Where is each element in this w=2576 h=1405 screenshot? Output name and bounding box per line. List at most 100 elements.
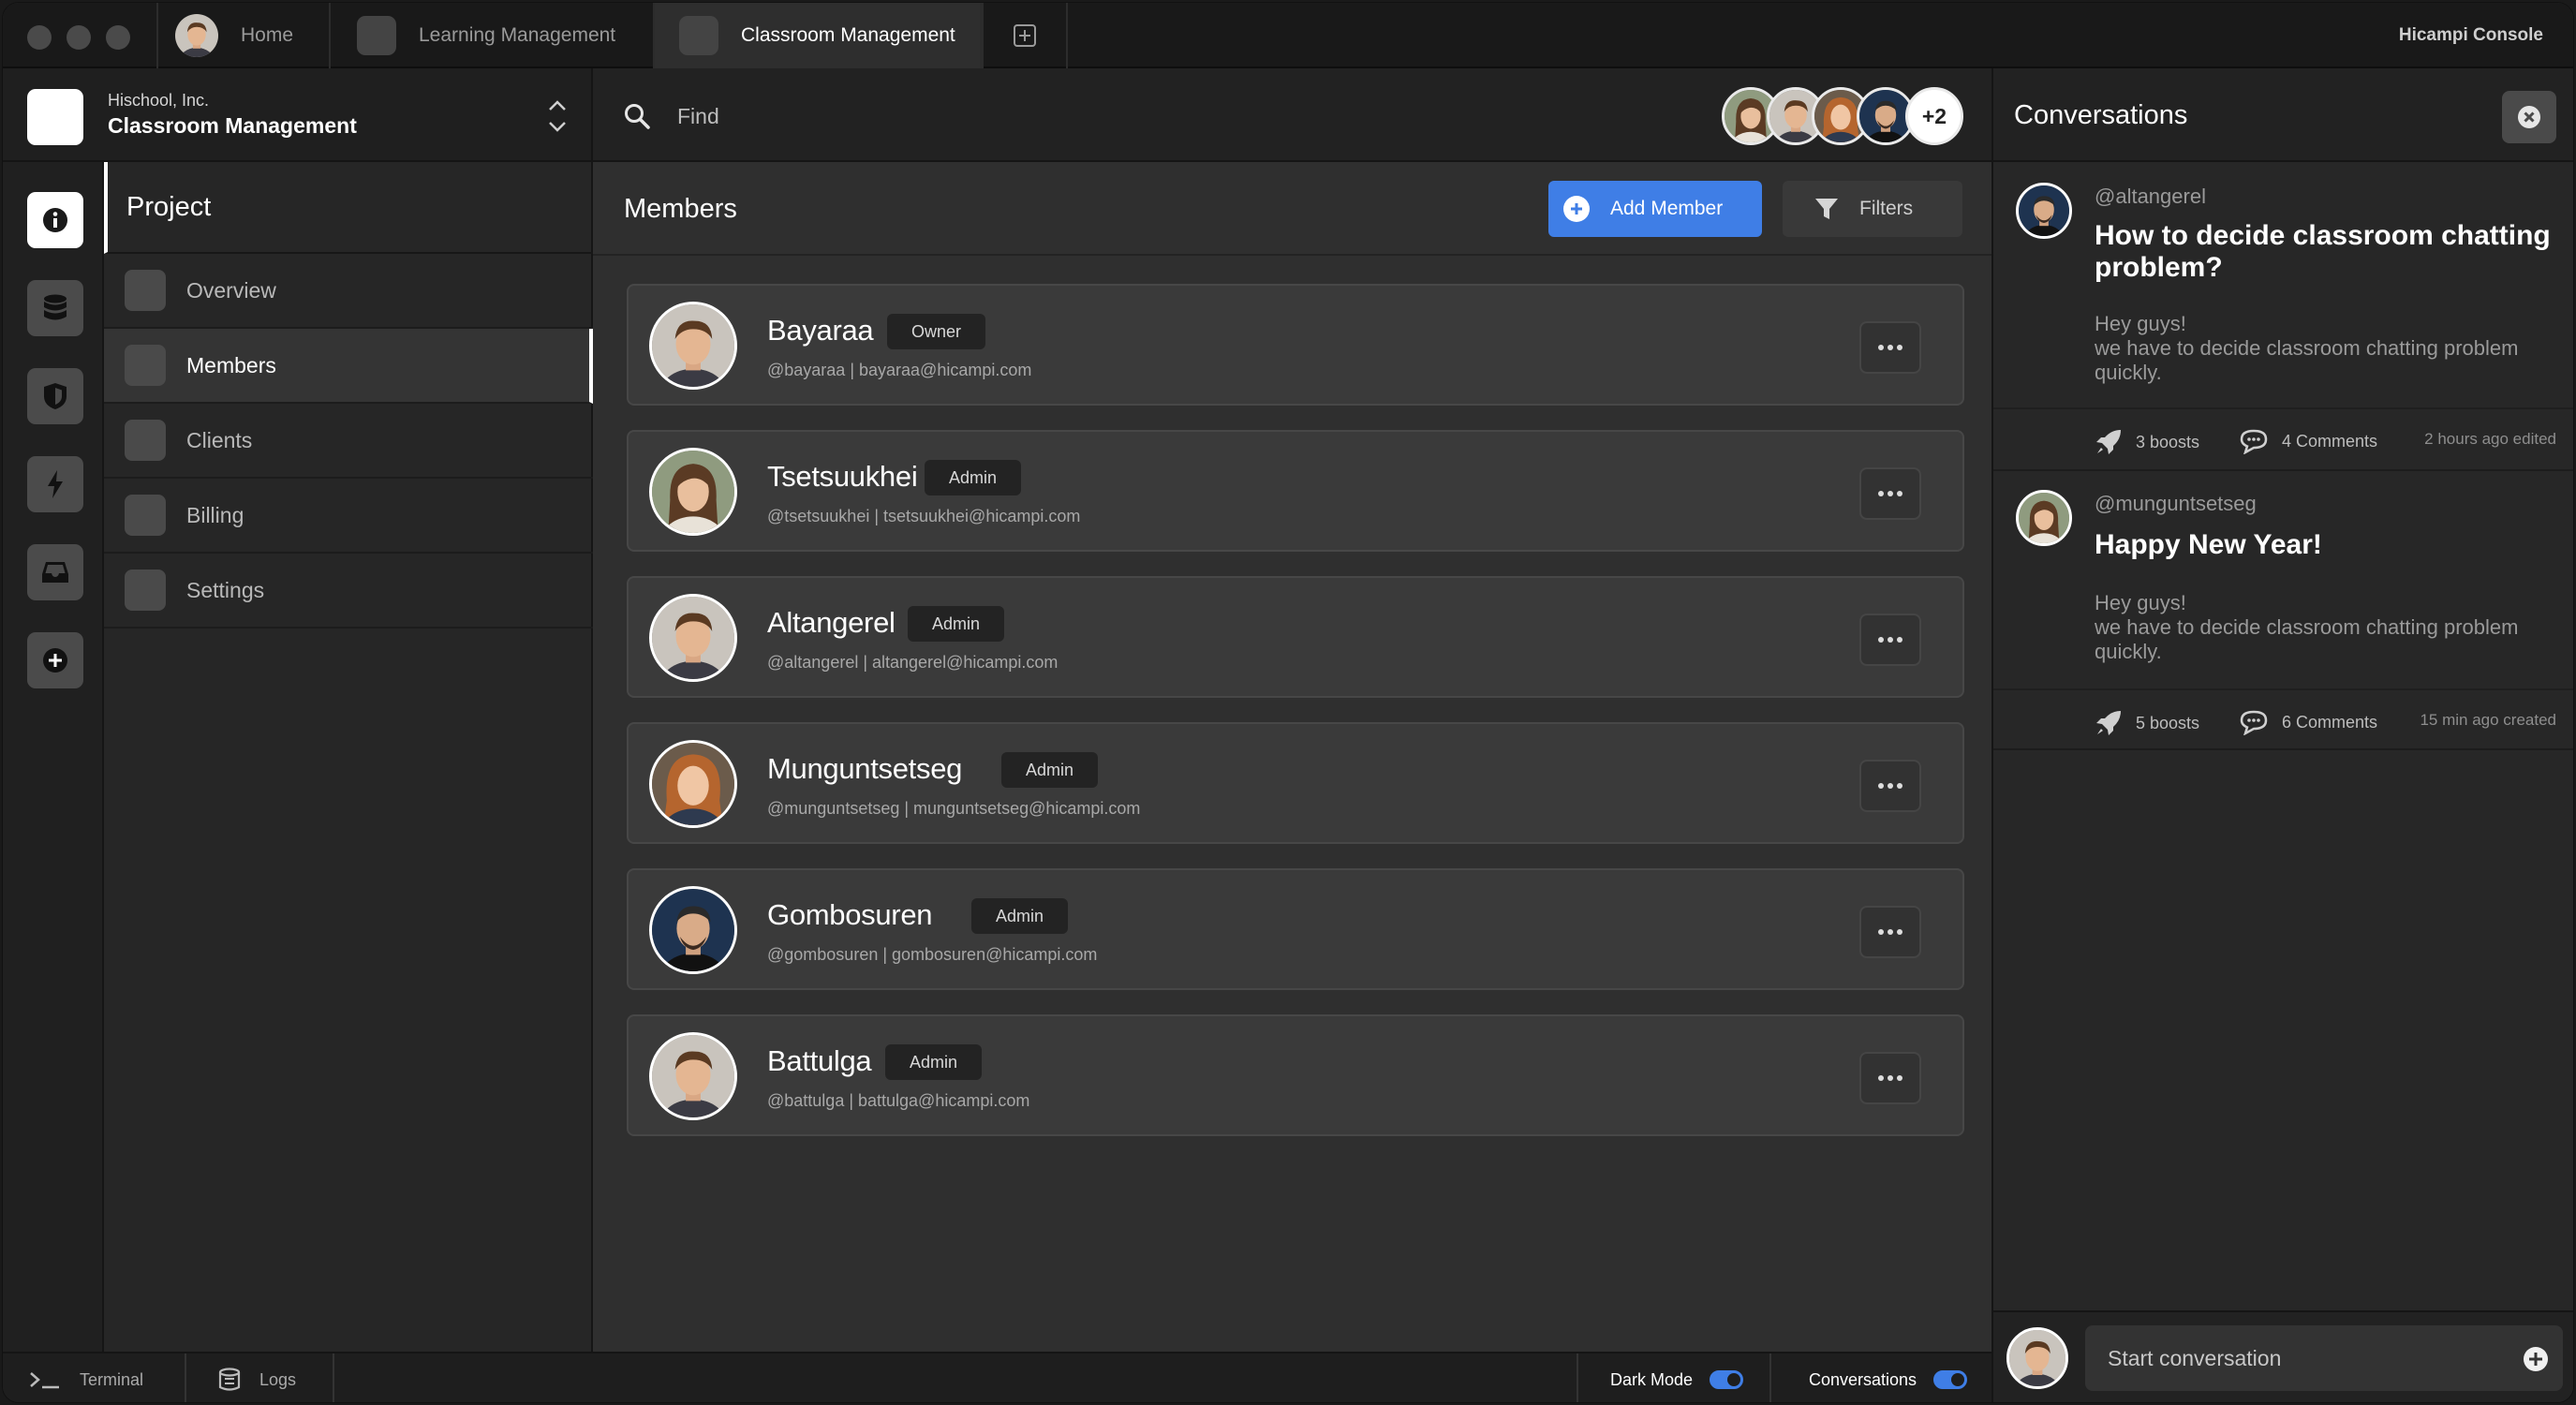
member-card[interactable]: Altangerel Admin @altangerel | altangere…	[627, 576, 1964, 698]
shield-icon	[44, 383, 67, 409]
org-company: Hischool, Inc.	[108, 91, 210, 110]
chevron-updown-icon[interactable]	[546, 96, 569, 136]
rocket-icon	[2096, 430, 2121, 454]
plus-square-icon	[1014, 24, 1036, 47]
member-name: Bayaraa	[767, 314, 874, 347]
avatar	[649, 886, 737, 974]
comments-button[interactable]: 6 Comments	[2239, 709, 2377, 735]
post-body-text: we have to decide classroom chatting pro…	[2095, 615, 2519, 663]
member-card[interactable]: Munguntsetseg Admin @munguntsetseg | mun…	[627, 722, 1964, 844]
member-actions-button[interactable]	[1859, 760, 1921, 812]
status-bar: Terminal Logs Dark Mode Conversations	[3, 1352, 1991, 1402]
nav-item-billing[interactable]: Billing	[104, 479, 593, 554]
member-card[interactable]: Tsetsuukhei Admin @tsetsuukhei | tsetsuu…	[627, 430, 1964, 552]
tab-label: Classroom Management	[741, 24, 955, 46]
nav-item-overview[interactable]: Overview	[104, 254, 593, 329]
nav-item-clients[interactable]: Clients	[104, 404, 593, 479]
nav-item-members[interactable]: Members	[104, 329, 593, 404]
page-title: Members	[624, 194, 737, 224]
close-conversations-button[interactable]	[2502, 91, 2556, 143]
nav-item-icon	[125, 569, 166, 611]
tab-learning-management[interactable]: Learning Management	[329, 3, 653, 68]
member-actions-button[interactable]	[1859, 321, 1921, 374]
dark-mode-switch[interactable]	[1710, 1370, 1744, 1389]
more-horizontal-icon	[1878, 637, 1902, 643]
lightning-icon	[48, 470, 63, 498]
member-name: Munguntsetseg	[767, 752, 963, 785]
plus-circle-icon	[1563, 196, 1590, 222]
start-conversation-input[interactable]	[2085, 1325, 2563, 1391]
filters-button[interactable]: Filters	[1783, 181, 1962, 237]
rail-database-button[interactable]	[27, 280, 83, 336]
boosts-button[interactable]: 5 boosts	[2095, 709, 2199, 737]
conversations-switch[interactable]	[1933, 1370, 1968, 1389]
conversation-post[interactable]: @munguntsetseg Happy New Year! Hey guys!…	[1993, 471, 2573, 750]
conversations-toggle[interactable]: Conversations	[1769, 1353, 1991, 1402]
post-title: Happy New Year!	[2095, 529, 2322, 560]
avatar	[2016, 490, 2072, 546]
more-horizontal-icon	[1878, 783, 1902, 789]
member-name: Altangerel	[767, 606, 896, 639]
nav-item-settings[interactable]: Settings	[104, 554, 593, 629]
add-circle-icon[interactable]	[2523, 1346, 2549, 1372]
member-card[interactable]: Bayaraa Owner @bayaraa | bayaraa@hicampi…	[627, 284, 1964, 406]
rail-info-button[interactable]	[27, 192, 83, 248]
terminal-icon	[30, 1372, 59, 1389]
nav-item-label: Billing	[186, 502, 244, 527]
logs-button[interactable]: Logs	[186, 1353, 334, 1402]
post-body-greeting: Hey guys!	[2095, 591, 2186, 614]
org-switcher[interactable]: Hischool, Inc. Classroom Management	[3, 68, 593, 162]
rail-add-button[interactable]	[27, 632, 83, 688]
member-actions-button[interactable]	[1859, 614, 1921, 666]
database-icon	[44, 294, 67, 320]
rail-security-button[interactable]	[27, 368, 83, 424]
icon-rail	[3, 162, 104, 1352]
member-card[interactable]: Battulga Admin @battulga | battulga@hica…	[627, 1014, 1964, 1136]
add-member-button[interactable]: Add Member	[1548, 181, 1762, 237]
avatar	[175, 14, 218, 57]
search-input[interactable]: Find	[677, 104, 719, 129]
terminal-button[interactable]: Terminal	[3, 1353, 186, 1402]
main-panel: Find +2 Members Add Member Filters Bayar…	[593, 68, 1991, 1352]
members-header: Members Add Member Filters	[593, 162, 1991, 256]
conversation-post[interactable]: @altangerel How to decide classroom chat…	[1993, 162, 2573, 471]
dark-mode-toggle[interactable]: Dark Mode	[1577, 1353, 1769, 1402]
role-badge: Admin	[1001, 752, 1099, 788]
member-actions-button[interactable]	[1859, 906, 1921, 958]
role-badge: Admin	[925, 460, 1022, 495]
app-window: Home Learning Management Classroom Manag…	[2, 2, 2574, 1403]
nav-item-icon	[125, 270, 166, 311]
rocket-icon	[2096, 711, 2121, 735]
boosts-count: 3 boosts	[2136, 432, 2200, 451]
tab-classroom-management[interactable]: Classroom Management	[653, 3, 982, 68]
avatar	[2016, 183, 2072, 239]
member-actions-button[interactable]	[1859, 1052, 1921, 1104]
member-name: Tsetsuukhei	[767, 460, 918, 493]
search-bar[interactable]: Find +2	[593, 68, 1991, 162]
org-logo	[27, 89, 83, 145]
post-timestamp: 2 hours ago edited	[2424, 430, 2556, 448]
add-circle-icon	[43, 648, 67, 673]
new-tab-button[interactable]	[982, 3, 1068, 68]
post-handle: @altangerel	[2095, 185, 2206, 208]
maximize-window-button[interactable]	[106, 25, 130, 50]
boosts-count: 5 boosts	[2136, 713, 2200, 732]
rail-inbox-button[interactable]	[27, 544, 83, 600]
title-bar: Home Learning Management Classroom Manag…	[3, 3, 2573, 68]
rail-actions-button[interactable]	[27, 456, 83, 512]
conversations-title: Conversations	[2014, 100, 2188, 130]
close-window-button[interactable]	[27, 25, 52, 50]
conversation-composer	[1993, 1310, 2573, 1402]
post-footer: 3 boosts 4 Comments 2 hours ago edited	[1993, 407, 2573, 467]
tab-home[interactable]: Home	[156, 3, 329, 68]
filter-icon	[1815, 199, 1838, 219]
comments-button[interactable]: 4 Comments	[2239, 428, 2377, 454]
member-card[interactable]: Gombosuren Admin @gombosuren | gombosure…	[627, 868, 1964, 990]
member-actions-button[interactable]	[1859, 467, 1921, 520]
avatar-more-count[interactable]: +2	[1905, 87, 1963, 145]
boosts-button[interactable]: 3 boosts	[2095, 428, 2199, 456]
minimize-window-button[interactable]	[67, 25, 91, 50]
comments-count: 6 Comments	[2282, 712, 2378, 732]
filters-label: Filters	[1859, 198, 1914, 219]
nav-item-label: Clients	[186, 427, 253, 452]
